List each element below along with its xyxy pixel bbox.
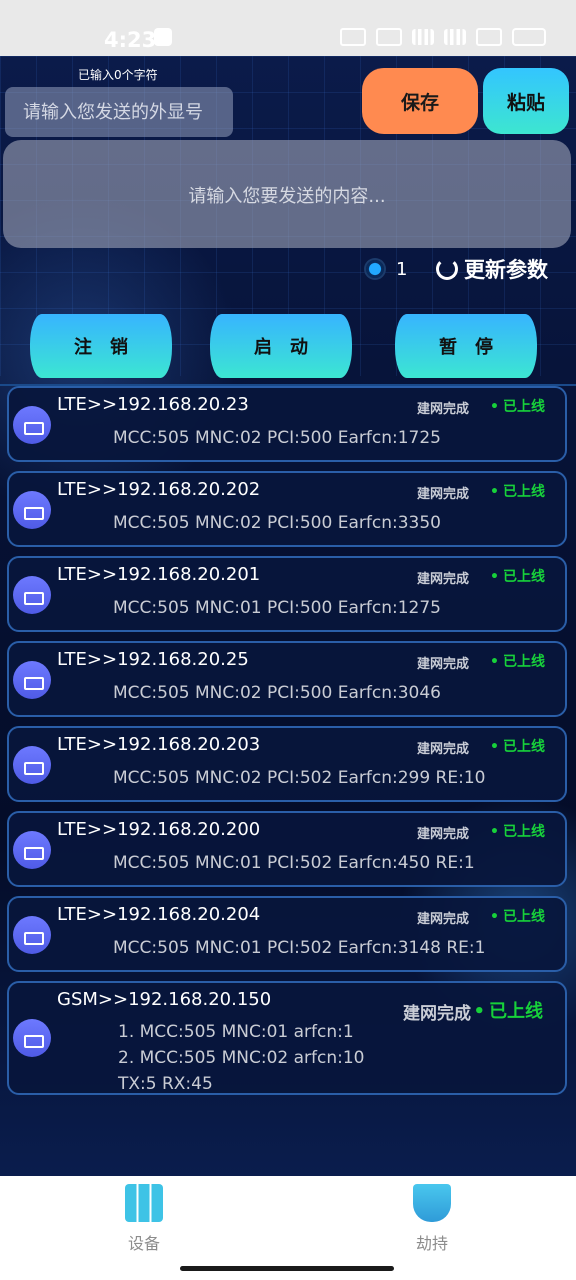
device-detail: MCC:505 MNC:01 PCI:500 Earfcn:1275 bbox=[113, 598, 441, 618]
device-card[interactable]: LTE>>192.168.20.201 建网完成 已上线 MCC:505 MNC… bbox=[7, 556, 567, 632]
router-icon bbox=[13, 661, 51, 699]
wifi-icon bbox=[476, 28, 502, 46]
gsm-device-card[interactable]: GSM>>192.168.20.150 建网完成 已上线 1. MCC:505 … bbox=[7, 981, 567, 1095]
device-state: 建网完成 bbox=[416, 487, 469, 502]
router-icon bbox=[13, 916, 51, 954]
status-bar: 4:23 bbox=[0, 0, 576, 56]
device-state: 建网完成 bbox=[416, 912, 469, 927]
battery-icon bbox=[512, 28, 546, 46]
char-count-label: 已输入0个字符 bbox=[78, 68, 158, 82]
router-icon bbox=[13, 1019, 51, 1057]
device-card[interactable]: LTE>>192.168.20.202 建网完成 已上线 MCC:505 MNC… bbox=[7, 471, 567, 547]
device-state: 建网完成 bbox=[416, 742, 469, 757]
device-state: 建网完成 bbox=[416, 827, 469, 842]
nav-devices[interactable]: 设备 bbox=[94, 1184, 194, 1254]
refresh-icon bbox=[436, 258, 458, 280]
pause-button[interactable]: 暂停 bbox=[395, 314, 537, 378]
device-title: LTE>>192.168.20.203 bbox=[57, 734, 261, 755]
message-content-input[interactable] bbox=[3, 140, 571, 248]
device-card[interactable]: LTE>>192.168.20.23 建网完成 已上线 MCC:505 MNC:… bbox=[7, 386, 567, 462]
wrench-icon bbox=[154, 28, 172, 46]
device-detail: MCC:505 MNC:02 PCI:502 Earfcn:299 RE:10 bbox=[113, 768, 486, 788]
nav-devices-label: 设备 bbox=[127, 1234, 160, 1253]
refresh-params-button[interactable]: 更新参数 bbox=[436, 254, 548, 284]
router-icon bbox=[13, 746, 51, 784]
device-title: LTE>>192.168.20.23 bbox=[57, 394, 249, 415]
signal-icon bbox=[412, 29, 434, 45]
device-online-status: 已上线 bbox=[490, 906, 545, 926]
device-online-status: 已上线 bbox=[490, 566, 545, 586]
nav-hijack-label: 劫持 bbox=[415, 1234, 448, 1253]
start-button[interactable]: 启动 bbox=[210, 314, 352, 378]
server-rack-icon bbox=[125, 1184, 163, 1222]
option-radio-label: 1 bbox=[396, 259, 408, 280]
device-card[interactable]: LTE>>192.168.20.204 建网完成 已上线 MCC:505 MNC… bbox=[7, 896, 567, 972]
device-card[interactable]: LTE>>192.168.20.203 建网完成 已上线 MCC:505 MNC… bbox=[7, 726, 567, 802]
gsm-detail: 1. MCC:505 MNC:01 arfcn:1 2. MCC:505 MNC… bbox=[118, 1019, 365, 1097]
device-card[interactable]: LTE>>192.168.20.200 建网完成 已上线 MCC:505 MNC… bbox=[7, 811, 567, 887]
device-title: LTE>>192.168.20.204 bbox=[57, 904, 261, 925]
device-detail: MCC:505 MNC:01 PCI:502 Earfcn:450 RE:1 bbox=[113, 853, 475, 873]
device-online-status: 已上线 bbox=[490, 651, 545, 671]
save-button[interactable]: 保存 bbox=[362, 68, 478, 134]
device-online-status: 已上线 bbox=[490, 481, 545, 501]
device-detail: MCC:505 MNC:02 PCI:500 Earfcn:3046 bbox=[113, 683, 441, 703]
device-online-status: 已上线 bbox=[473, 997, 543, 1023]
gsm-detail-line: TX:5 RX:45 bbox=[118, 1074, 213, 1094]
router-icon bbox=[13, 576, 51, 614]
nav-hijack[interactable]: 劫持 bbox=[382, 1184, 482, 1254]
device-title: LTE>>192.168.20.202 bbox=[57, 479, 261, 500]
device-detail: MCC:505 MNC:02 PCI:500 Earfcn:1725 bbox=[113, 428, 441, 448]
device-state: 建网完成 bbox=[416, 402, 469, 417]
device-title: LTE>>192.168.20.201 bbox=[57, 564, 261, 585]
paste-button[interactable]: 粘贴 bbox=[483, 68, 569, 134]
home-indicator[interactable] bbox=[180, 1266, 394, 1271]
device-card[interactable]: LTE>>192.168.20.25 建网完成 已上线 MCC:505 MNC:… bbox=[7, 641, 567, 717]
gsm-detail-line: 2. MCC:505 MNC:02 arfcn:10 bbox=[118, 1048, 365, 1068]
device-state: 建网完成 bbox=[416, 572, 469, 587]
status-icons bbox=[340, 28, 546, 46]
bottom-nav: 设备 劫持 bbox=[0, 1176, 576, 1280]
logout-button[interactable]: 注销 bbox=[30, 314, 172, 378]
device-title: LTE>>192.168.20.25 bbox=[57, 649, 249, 670]
router-icon bbox=[13, 491, 51, 529]
device-title: LTE>>192.168.20.200 bbox=[57, 819, 261, 840]
main-panel: 已输入0个字符 保存 粘贴 1 更新参数 注销 启动 暂停 LTE>>192.1… bbox=[0, 56, 576, 1176]
device-online-status: 已上线 bbox=[490, 396, 545, 416]
device-detail: MCC:505 MNC:02 PCI:500 Earfcn:3350 bbox=[113, 513, 441, 533]
device-state: 建网完成 bbox=[416, 657, 469, 672]
option-radio[interactable] bbox=[366, 260, 384, 278]
refresh-params-label: 更新参数 bbox=[464, 258, 548, 282]
gsm-detail-line: 1. MCC:505 MNC:01 arfcn:1 bbox=[118, 1022, 354, 1042]
status-time: 4:23 bbox=[104, 28, 157, 52]
alarm-icon bbox=[376, 28, 402, 46]
router-icon bbox=[13, 406, 51, 444]
router-icon bbox=[13, 831, 51, 869]
signal-2-icon bbox=[444, 29, 466, 45]
shield-icon bbox=[413, 1184, 451, 1222]
device-online-status: 已上线 bbox=[490, 736, 545, 756]
device-detail: MCC:505 MNC:01 PCI:502 Earfcn:3148 RE:1 bbox=[113, 938, 486, 958]
caller-id-input[interactable] bbox=[5, 87, 233, 137]
device-state: 建网完成 bbox=[403, 1004, 471, 1024]
device-title: GSM>>192.168.20.150 bbox=[57, 989, 272, 1010]
notification-icon bbox=[340, 28, 366, 46]
device-online-status: 已上线 bbox=[490, 821, 545, 841]
